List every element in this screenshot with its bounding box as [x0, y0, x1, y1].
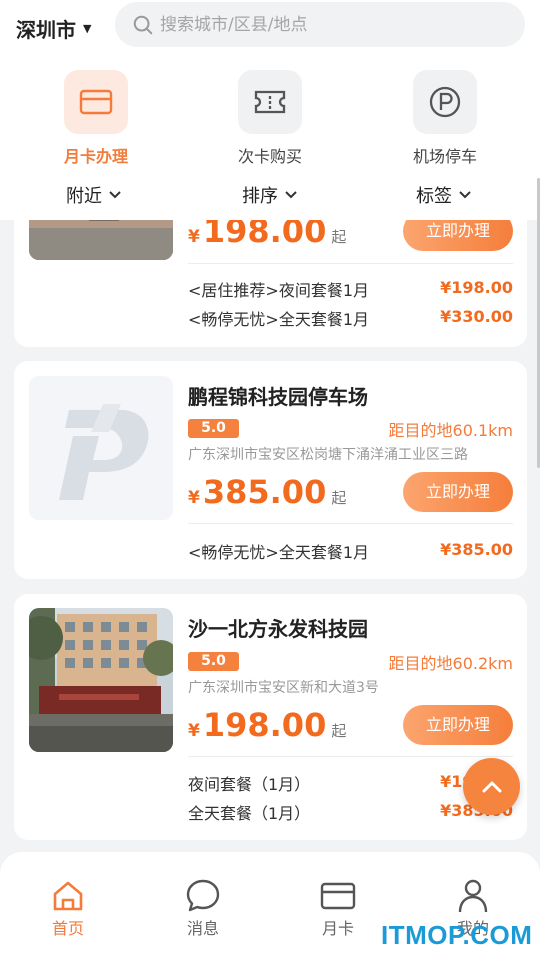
category-label: 机场停车 [412, 147, 477, 166]
parking-card[interactable]: 沙一北方永发科技园 5.0 距目的地60.2km 广东深圳市宝安区新和大道3号 … [14, 594, 527, 840]
package-name: <畅停无忧>全天套餐1月 [188, 310, 369, 329]
nav-messages[interactable]: 消息 [163, 878, 243, 939]
city-selector[interactable]: 深圳市 ▼ [16, 14, 91, 43]
chevron-up-icon [482, 781, 501, 792]
filter-bar: 附近 排序 标签 [0, 174, 540, 220]
price-suffix: 起 [331, 489, 347, 507]
currency-symbol: ¥ [188, 721, 200, 741]
caret-down-icon: ▼ [83, 22, 92, 35]
package-price: ¥198.00 [440, 278, 513, 297]
package-name: 全天套餐（1月） [188, 804, 311, 823]
parking-photo [29, 608, 173, 752]
chevron-down-icon [459, 191, 471, 199]
package-name: <居住推荐>夜间套餐1月 [188, 281, 369, 300]
card-icon [298, 878, 378, 914]
address: 广东深圳市宝安区松岗塘下涌洋涌工业区三路 [188, 447, 468, 463]
filter-nearby[interactable]: 附近 [66, 182, 122, 208]
price-value: 385.00 [202, 473, 327, 511]
apply-button[interactable]: 立即办理 [403, 705, 513, 745]
filter-tags[interactable]: 标签 [416, 182, 472, 208]
distance: 距目的地60.1km [388, 421, 513, 440]
parking-title: 鹏程锦科技园停车场 [188, 385, 368, 409]
price: ¥ 198.00 起 [188, 706, 346, 744]
distance: 距目的地60.2km [388, 654, 513, 673]
filter-label: 附近 [66, 186, 102, 207]
price-suffix: 起 [331, 228, 347, 246]
category-airport-parking[interactable]: 机场停车 [395, 70, 495, 167]
placeholder-logo-icon [29, 376, 173, 520]
nav-label: 首页 [51, 919, 84, 938]
category-label: 月卡办理 [63, 147, 128, 166]
filter-sort[interactable]: 排序 [242, 182, 298, 208]
chevron-down-icon [109, 191, 121, 199]
search-icon [133, 15, 153, 34]
ticket-icon [238, 70, 302, 134]
category-monthly-card[interactable]: 月卡办理 [46, 70, 146, 167]
parking-card[interactable]: 鹏程锦科技园停车场 5.0 距目的地60.1km 广东深圳市宝安区松岗塘下涌洋涌… [14, 361, 527, 579]
message-icon [163, 878, 243, 914]
filter-label: 标签 [416, 186, 452, 207]
package-price: ¥330.00 [440, 307, 513, 326]
package-price: ¥385.00 [440, 540, 513, 559]
parking-title: 沙一北方永发科技园 [188, 617, 368, 641]
nav-monthly-card[interactable]: 月卡 [298, 878, 378, 939]
divider [188, 756, 513, 757]
address: 广东深圳市宝安区新和大道3号 [188, 680, 379, 696]
search-input[interactable] [160, 14, 500, 35]
rating-badge: 5.0 [188, 652, 239, 671]
price: ¥ 385.00 起 [188, 473, 346, 511]
parking-icon [413, 70, 477, 134]
package-name: 夜间套餐（1月） [188, 775, 311, 794]
price-suffix: 起 [331, 722, 347, 740]
filter-label: 排序 [242, 186, 278, 207]
scroll-to-top-button[interactable] [463, 758, 520, 815]
city-label: 深圳市 [16, 18, 76, 42]
category-single-ticket[interactable]: 次卡购买 [220, 70, 320, 167]
card-icon [64, 70, 128, 134]
currency-symbol: ¥ [188, 227, 200, 247]
apply-button[interactable]: 立即办理 [403, 472, 513, 512]
price-value: 198.00 [202, 706, 327, 744]
category-bar: 月卡办理 次卡购买 机场停车 [0, 56, 540, 174]
rating-badge: 5.0 [188, 419, 239, 438]
user-icon [433, 878, 513, 914]
category-label: 次卡购买 [237, 147, 302, 166]
package-name: <畅停无忧>全天套餐1月 [188, 543, 369, 562]
nav-home[interactable]: 首页 [28, 878, 108, 939]
nav-label: 月卡 [321, 919, 354, 938]
top-bar: 深圳市 ▼ [0, 0, 540, 56]
chevron-down-icon [285, 191, 297, 199]
home-icon [28, 878, 108, 914]
watermark: ITMOP.COM [381, 920, 533, 950]
search-bar[interactable] [115, 2, 525, 47]
nav-label: 消息 [186, 919, 219, 938]
currency-symbol: ¥ [188, 488, 200, 508]
divider [188, 263, 513, 264]
divider [188, 523, 513, 524]
